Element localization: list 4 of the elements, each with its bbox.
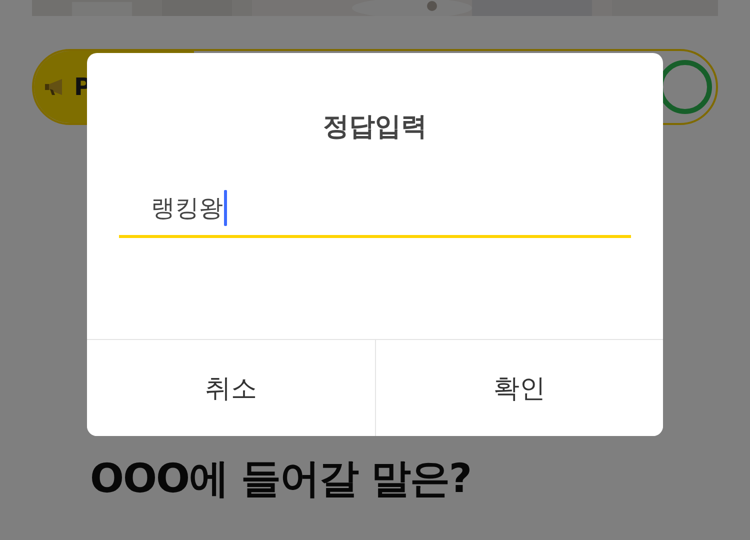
question-text: OOO에 들어갈 말은? xyxy=(90,455,472,504)
confirm-button[interactable]: 확인 xyxy=(374,340,663,436)
dialog-title: 정답입력 xyxy=(322,111,428,144)
answer-field[interactable]: 랭킹왕 xyxy=(119,181,631,238)
